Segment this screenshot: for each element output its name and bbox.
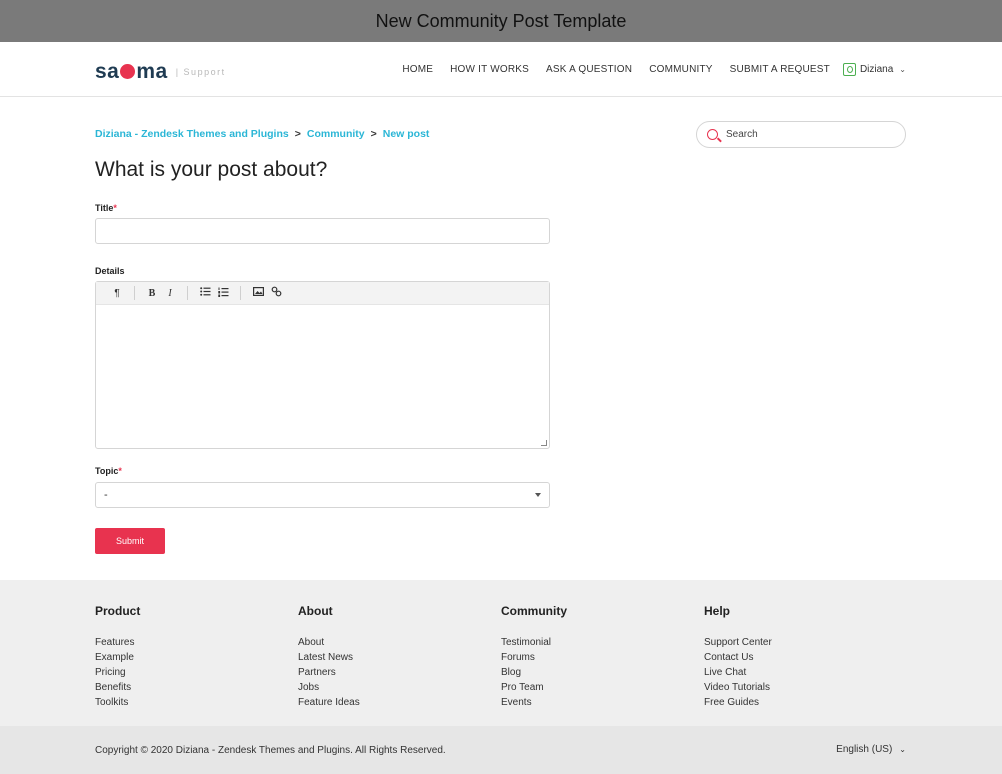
- footer-heading: Help: [704, 604, 731, 618]
- caret-down-icon: [535, 493, 541, 497]
- banner-title: New Community Post Template: [375, 10, 627, 31]
- user-menu[interactable]: Diziana ⌄: [842, 63, 906, 76]
- footer-link[interactable]: Feature Ideas: [298, 695, 360, 710]
- title-label: Title*: [95, 203, 117, 213]
- toolbar-divider: [187, 286, 188, 300]
- footer-link[interactable]: Blog: [501, 665, 567, 680]
- footer-link[interactable]: Live Chat: [704, 665, 772, 680]
- footer-column-help: Help Support Center Contact Us Live Chat…: [704, 604, 772, 710]
- template-banner: New Community Post Template: [0, 0, 1002, 42]
- title-field[interactable]: [95, 218, 550, 244]
- footer-link[interactable]: Features: [95, 635, 140, 650]
- chevron-down-icon: ⌄: [899, 745, 906, 754]
- toolbar-divider: [240, 286, 241, 300]
- user-name: Diziana: [859, 64, 894, 75]
- details-editor[interactable]: ¶ B I: [95, 281, 550, 449]
- footer-heading: Product: [95, 604, 141, 618]
- search-box[interactable]: [696, 121, 906, 148]
- breadcrumb: Diziana - Zendesk Themes and Plugins > C…: [95, 128, 429, 140]
- topic-select[interactable]: -: [95, 482, 550, 508]
- language-label: English (US): [836, 744, 893, 755]
- topic-value: -: [104, 489, 108, 501]
- footer-link[interactable]: Events: [501, 695, 567, 710]
- footer-link[interactable]: Pricing: [95, 665, 140, 680]
- submit-button[interactable]: Submit: [95, 528, 165, 554]
- numbered-list-icon[interactable]: [214, 287, 232, 300]
- italic-icon[interactable]: I: [161, 288, 179, 299]
- breadcrumb-separator: >: [370, 128, 377, 140]
- topic-label: Topic*: [95, 466, 122, 476]
- breadcrumb-separator: >: [294, 128, 301, 140]
- user-avatar-icon: [842, 63, 856, 76]
- footer-link[interactable]: Jobs: [298, 680, 360, 695]
- details-label: Details: [95, 266, 125, 276]
- paragraph-icon[interactable]: ¶: [108, 288, 126, 299]
- toolbar-divider: [134, 286, 135, 300]
- page-title: What is your post about?: [95, 158, 328, 181]
- footer-link[interactable]: Toolkits: [95, 695, 140, 710]
- nav-submit-request[interactable]: SUBMIT A REQUEST: [730, 64, 830, 75]
- footer-link[interactable]: Testimonial: [501, 635, 567, 650]
- footer-column-community: Community Testimonial Forums Blog Pro Te…: [501, 604, 567, 710]
- footer-link[interactable]: Example: [95, 650, 140, 665]
- bold-icon[interactable]: B: [143, 288, 161, 299]
- footer-link[interactable]: Free Guides: [704, 695, 772, 710]
- nav-ask-question[interactable]: ASK A QUESTION: [546, 64, 632, 75]
- logo-subtitle: | Support: [175, 67, 226, 77]
- search-input[interactable]: [726, 129, 886, 140]
- footer-link[interactable]: Forums: [501, 650, 567, 665]
- nav-home[interactable]: HOME: [402, 64, 433, 75]
- breadcrumb-community[interactable]: Community: [307, 128, 365, 140]
- footer-link[interactable]: Contact Us: [704, 650, 772, 665]
- footer-bottom-bar: Copyright © 2020 Diziana - Zendesk Theme…: [0, 726, 1002, 774]
- main-nav: HOME HOW IT WORKS ASK A QUESTION COMMUNI…: [385, 42, 906, 97]
- footer-link[interactable]: Support Center: [704, 635, 772, 650]
- footer-link[interactable]: Latest News: [298, 650, 360, 665]
- required-mark: *: [113, 203, 117, 213]
- site-footer: Product Features Example Pricing Benefit…: [0, 580, 1002, 726]
- breadcrumb-home[interactable]: Diziana - Zendesk Themes and Plugins: [95, 128, 289, 140]
- footer-link[interactable]: Benefits: [95, 680, 140, 695]
- editor-toolbar: ¶ B I: [96, 282, 549, 305]
- footer-link[interactable]: Partners: [298, 665, 360, 680]
- copyright-text: Copyright © 2020 Diziana - Zendesk Theme…: [95, 745, 446, 756]
- footer-link[interactable]: About: [298, 635, 360, 650]
- site-header: sa ma | Support HOME HOW IT WORKS ASK A Q…: [0, 42, 1002, 97]
- image-icon[interactable]: [249, 287, 267, 299]
- nav-how-it-works[interactable]: HOW IT WORKS: [450, 64, 529, 75]
- required-mark: *: [118, 466, 122, 476]
- search-icon: [707, 129, 718, 140]
- chevron-down-icon: ⌄: [899, 65, 906, 74]
- language-selector[interactable]: English (US) ⌄: [836, 744, 906, 755]
- footer-column-product: Product Features Example Pricing Benefit…: [95, 604, 140, 710]
- footer-heading: About: [298, 604, 333, 618]
- footer-link[interactable]: Pro Team: [501, 680, 567, 695]
- footer-heading: Community: [501, 604, 567, 618]
- logo-mark: sa ma: [95, 60, 168, 83]
- resize-handle[interactable]: [541, 440, 547, 446]
- bulleted-list-icon[interactable]: [196, 287, 214, 299]
- nav-community[interactable]: COMMUNITY: [649, 64, 712, 75]
- footer-link[interactable]: Video Tutorials: [704, 680, 772, 695]
- link-icon[interactable]: [267, 286, 285, 300]
- logo[interactable]: sa ma | Support: [95, 60, 226, 84]
- footer-column-about: About About Latest News Partners Jobs Fe…: [298, 604, 360, 710]
- breadcrumb-current[interactable]: New post: [383, 128, 430, 140]
